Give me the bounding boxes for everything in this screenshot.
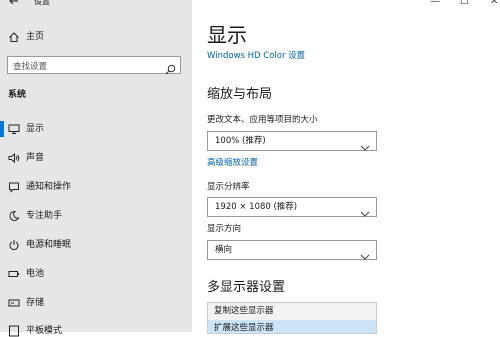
speaker-icon (8, 152, 20, 164)
selection-indicator (0, 121, 4, 137)
search-input[interactable]: 查找设置 (7, 56, 181, 75)
sidebar-item-label: 显示 (26, 124, 45, 134)
page-title: 显示 (207, 23, 247, 47)
resolution-value: 1920 × 1080 (推荐) (215, 202, 298, 212)
search-placeholder: 查找设置 (13, 62, 48, 72)
monitor-icon (8, 123, 20, 135)
back-arrow-icon[interactable] (8, 0, 20, 7)
battery-icon (8, 268, 20, 280)
sidebar-item-label: 电池 (26, 269, 45, 279)
orientation-label: 显示方向 (207, 224, 242, 234)
chevron-down-icon (360, 137, 370, 151)
scale-label: 更改文本、应用等项目的大小 (207, 115, 318, 125)
multi-display-menu[interactable]: 复制这些显示器 扩展这些显示器 (207, 302, 377, 334)
home-icon (8, 31, 20, 43)
close-button[interactable]: ✕ (490, 0, 498, 7)
sidebar-item-label: 电源和睡眠 (26, 240, 72, 250)
orientation-dropdown[interactable]: 横向 (207, 240, 377, 260)
sidebar-item-label: 存储 (26, 298, 45, 308)
storage-icon (8, 297, 20, 309)
resolution-dropdown[interactable]: 1920 × 1080 (推荐) (207, 197, 377, 217)
orientation-value: 横向 (215, 245, 233, 255)
chevron-down-icon (360, 203, 370, 217)
main-content: — ☐ ✕ 显示 Windows HD Color 设置 缩放与布局 更改文本、… (192, 0, 500, 334)
sidebar-item-label: 声音 (26, 153, 45, 163)
scale-dropdown[interactable]: 100% (推荐) (207, 131, 377, 151)
resolution-label: 显示分辨率 (207, 182, 250, 192)
power-icon (8, 239, 20, 251)
sidebar-item-label: 通知和操作 (26, 182, 72, 192)
moon-icon (8, 210, 20, 222)
scale-layout-heading: 缩放与布局 (207, 87, 273, 102)
section-heading-system: 系统 (8, 90, 27, 100)
sidebar-item-label: 平板模式 (26, 326, 63, 336)
sidebar-item-label: 专注助手 (26, 211, 63, 221)
tablet-icon (8, 325, 20, 337)
search-icon[interactable] (165, 60, 176, 75)
menu-option-duplicate[interactable]: 复制这些显示器 (208, 303, 376, 319)
chevron-down-icon (360, 246, 370, 260)
notification-icon (8, 181, 20, 193)
multi-display-heading: 多显示器设置 (207, 280, 286, 295)
maximize-button[interactable]: ☐ (460, 0, 469, 7)
scale-value: 100% (推荐) (215, 136, 266, 146)
sidebar: 设置 主页 查找设置 系统 显示 声音 通知和操作 专注助手 电源和睡眠 电池 … (0, 0, 192, 337)
advanced-scaling-link[interactable]: 高级缩放设置 (207, 158, 258, 169)
home-link[interactable]: 主页 (26, 31, 44, 43)
hdr-color-link[interactable]: Windows HD Color 设置 (207, 51, 305, 62)
window-title: 设置 (34, 0, 50, 6)
minimize-button[interactable]: — (430, 0, 440, 7)
